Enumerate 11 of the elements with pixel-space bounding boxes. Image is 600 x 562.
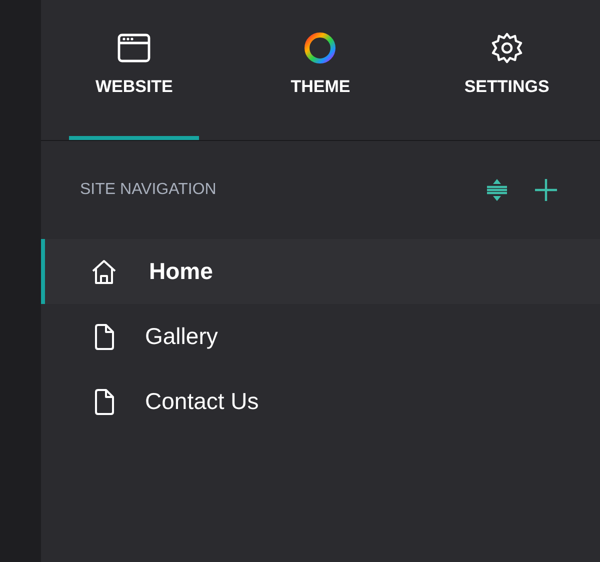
tab[interactable]: SETTINGS <box>414 0 600 140</box>
add-button[interactable] <box>532 176 560 204</box>
browser-window-icon <box>117 31 152 65</box>
section-title: SITE NAVIGATION <box>80 181 216 199</box>
nav-item[interactable]: Gallery <box>41 304 600 369</box>
tab[interactable]: WEBSITE <box>41 0 228 140</box>
nav-item[interactable]: Contact Us <box>41 369 600 434</box>
tab[interactable]: THEME <box>227 0 414 140</box>
settings-icon <box>490 31 524 65</box>
color-ring-icon <box>303 31 338 65</box>
nav-item[interactable]: Home <box>41 239 600 304</box>
